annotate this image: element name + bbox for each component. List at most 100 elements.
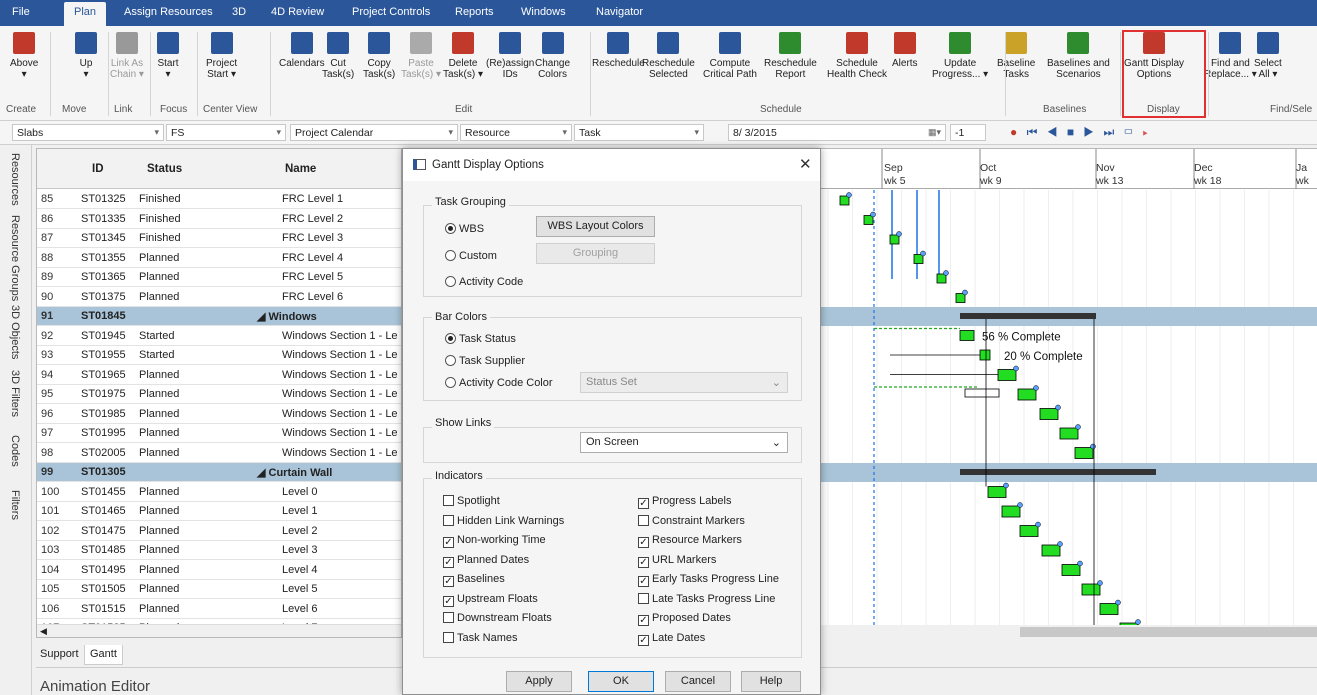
ribbon-button-link-as-chain[interactable]: Link As Chain ▾ <box>110 32 144 80</box>
ribbon-button-calendars[interactable]: Calendars <box>279 32 325 69</box>
ribbon-button-update-progress[interactable]: Update Progress... ▾ <box>932 32 988 80</box>
table-row[interactable]: 91 ST01845 ◢ Windows <box>37 307 401 326</box>
side-tab-codes[interactable]: Codes <box>9 435 21 467</box>
radio-task-status[interactable]: Task Status <box>445 333 516 345</box>
table-row[interactable]: 85 ST01325 Finished FRC Level 1 <box>37 190 401 209</box>
checkbox-task-names[interactable]: Task Names <box>443 631 518 644</box>
show-links-select[interactable]: On Screen ⌄ <box>580 432 788 453</box>
side-tab-resource-groups[interactable]: Resource Groups <box>9 215 21 301</box>
task-dropdown[interactable]: Task ▾ <box>574 124 704 141</box>
ribbon-button-schedule-health-check[interactable]: Schedule Health Check <box>827 32 887 80</box>
table-row[interactable]: 102 ST01475 Planned Level 2 <box>37 522 401 541</box>
radio-wbs[interactable]: WBS <box>445 223 484 235</box>
offset-spinner[interactable]: -1 <box>950 124 986 141</box>
ribbon-button-baseline-tasks[interactable]: Baseline Tasks <box>997 32 1035 80</box>
ribbon-button-up[interactable]: Up ▾ <box>75 32 97 80</box>
checkbox-spotlight[interactable]: Spotlight <box>443 495 500 507</box>
menu-reports[interactable]: Reports <box>455 6 494 18</box>
table-row[interactable]: 94 ST01965 Planned Windows Section 1 - Le <box>37 366 401 385</box>
ribbon-button-reschedule-selected[interactable]: Reschedule Selected <box>642 32 695 80</box>
checkbox-early-tasks-progress-line[interactable]: ✓ Early Tasks Progress Line <box>638 573 779 587</box>
table-row[interactable]: 86 ST01335 Finished FRC Level 2 <box>37 210 401 229</box>
ribbon-button-delete-task-s[interactable]: Delete Task(s) ▾ <box>443 32 483 80</box>
ribbon-button-start[interactable]: Start ▾ <box>157 32 179 80</box>
close-icon[interactable]: ✕ <box>799 155 812 173</box>
table-row[interactable]: 105 ST01505 Planned Level 5 <box>37 580 401 599</box>
radio-task-supplier[interactable]: Task Supplier <box>445 355 525 367</box>
table-row[interactable]: 96 ST01985 Planned Windows Section 1 - Le <box>37 405 401 424</box>
ribbon-button-copy-task-s[interactable]: Copy Task(s) <box>363 32 395 80</box>
checkbox-downstream-floats[interactable]: Downstream Floats <box>443 612 552 624</box>
apply-button[interactable]: Apply <box>506 671 572 692</box>
checkbox-constraint-markers[interactable]: Constraint Markers <box>638 514 745 527</box>
menu-windows[interactable]: Windows <box>521 6 566 18</box>
scroll-left-icon[interactable]: ◀ <box>40 626 47 637</box>
playback-controls[interactable]: ● ⏮ ◀ ■ ▶ ⏭ ▭ ▸ <box>1010 125 1310 141</box>
table-row[interactable]: 95 ST01975 Planned Windows Section 1 - Le <box>37 385 401 404</box>
checkbox-resource-markers[interactable]: ✓ Resource Markers <box>638 534 742 548</box>
ok-button[interactable]: OK <box>588 671 654 692</box>
checkbox-proposed-dates[interactable]: ✓ Proposed Dates <box>638 612 731 626</box>
side-tab-filters[interactable]: Filters <box>9 490 21 520</box>
header-id[interactable]: ID <box>92 163 104 175</box>
ribbon-button-project-start[interactable]: Project Start ▾ <box>206 32 237 80</box>
table-row[interactable]: 93 ST01955 Started Windows Section 1 - Le <box>37 346 401 365</box>
checkbox-planned-dates[interactable]: ✓ Planned Dates <box>443 554 529 568</box>
status-set-select[interactable]: Status Set ⌄ <box>580 372 788 393</box>
table-row[interactable]: 90 ST01375 Planned FRC Level 6 <box>37 288 401 307</box>
ribbon-button-alerts[interactable]: Alerts <box>892 32 918 69</box>
checkbox-late-dates[interactable]: ✓ Late Dates <box>638 632 705 646</box>
checkbox-url-markers[interactable]: ✓ URL Markers <box>638 554 716 568</box>
table-row[interactable]: 100 ST01455 Planned Level 0 <box>37 483 401 502</box>
link-type-dropdown[interactable]: FS ▾ <box>166 124 286 141</box>
checkbox-late-tasks-progress-line[interactable]: Late Tasks Progress Line <box>638 592 775 605</box>
resource-dropdown[interactable]: Resource ▾ <box>460 124 572 141</box>
record-icon[interactable]: ● <box>1010 125 1020 139</box>
radio-activity-code[interactable]: Activity Code <box>445 276 523 288</box>
ribbon-button-paste-task-s[interactable]: Paste Task(s) ▾ <box>401 32 441 80</box>
table-row[interactable]: 99 ST01305 ◢ Curtain Wall <box>37 463 401 482</box>
menu-navigator[interactable]: Navigator <box>596 6 643 18</box>
ribbon-button-select-all[interactable]: Select All ▾ <box>1254 32 1282 80</box>
checkbox-hidden-link-warnings[interactable]: Hidden Link Warnings <box>443 514 564 527</box>
grouping-button[interactable]: Grouping <box>536 243 655 264</box>
side-tab-resources[interactable]: Resources <box>9 153 21 206</box>
table-row[interactable]: 92 ST01945 Started Windows Section 1 - Le <box>37 327 401 346</box>
radio-custom[interactable]: Custom <box>445 250 497 262</box>
ribbon-button-find-and-replace[interactable]: Find and Replace... ▾ <box>1204 32 1257 80</box>
flag-icon[interactable]: ▸ <box>1143 125 1151 139</box>
menu-file[interactable]: File <box>12 6 30 18</box>
side-tab-3d-objects[interactable]: 3D Objects <box>9 305 21 359</box>
tab-support[interactable]: Support <box>40 648 79 660</box>
ribbon-button-reschedule[interactable]: Reschedule <box>592 32 645 69</box>
calendar-dropdown[interactable]: Project Calendar ▾ <box>290 124 458 141</box>
ribbon-button-reschedule-report[interactable]: Reschedule Report <box>764 32 817 80</box>
date-picker[interactable]: 8/ 3/2015 ▦▾ <box>728 124 946 141</box>
radio-activity-code-color[interactable]: Activity Code Color <box>445 377 553 389</box>
table-row[interactable]: 98 ST02005 Planned Windows Section 1 - Le <box>37 444 401 463</box>
wbs-layout-colors-button[interactable]: WBS Layout Colors <box>536 216 655 237</box>
menu-3d[interactable]: 3D <box>232 6 246 18</box>
ribbon-button-cut-task-s[interactable]: Cut Task(s) <box>322 32 354 80</box>
side-tab-3d-filters[interactable]: 3D Filters <box>9 370 21 417</box>
table-row[interactable]: 97 ST01995 Planned Windows Section 1 - Le <box>37 424 401 443</box>
play-icon[interactable]: ▶ <box>1083 125 1097 139</box>
header-status[interactable]: Status <box>147 163 182 175</box>
checkbox-progress-labels[interactable]: ✓ Progress Labels <box>638 495 732 509</box>
ribbon-button-compute-critical-path[interactable]: Compute Critical Path <box>703 32 757 80</box>
table-row[interactable]: 87 ST01345 Finished FRC Level 3 <box>37 229 401 248</box>
cancel-button[interactable]: Cancel <box>665 671 731 692</box>
checkbox-baselines[interactable]: ✓ Baselines <box>443 573 505 587</box>
tab-gantt[interactable]: Gantt <box>84 645 123 665</box>
checkbox-non-working-time[interactable]: ✓ Non-working Time <box>443 534 546 548</box>
ribbon-button--re-assign-ids[interactable]: (Re)assign IDs <box>486 32 534 80</box>
loop-icon[interactable]: ▭ <box>1124 125 1137 139</box>
ribbon-button-above[interactable]: Above ▾ <box>10 32 38 80</box>
table-row[interactable]: 88 ST01355 Planned FRC Level 4 <box>37 249 401 268</box>
header-name[interactable]: Name <box>285 163 316 175</box>
ribbon-button-change-colors[interactable]: Change Colors <box>535 32 570 80</box>
step-back-icon[interactable]: ◀ <box>1047 125 1061 139</box>
table-row[interactable]: 101 ST01465 Planned Level 1 <box>37 502 401 521</box>
go-last-icon[interactable]: ⏭ <box>1103 125 1117 139</box>
checkbox-upstream-floats[interactable]: ✓ Upstream Floats <box>443 593 538 607</box>
